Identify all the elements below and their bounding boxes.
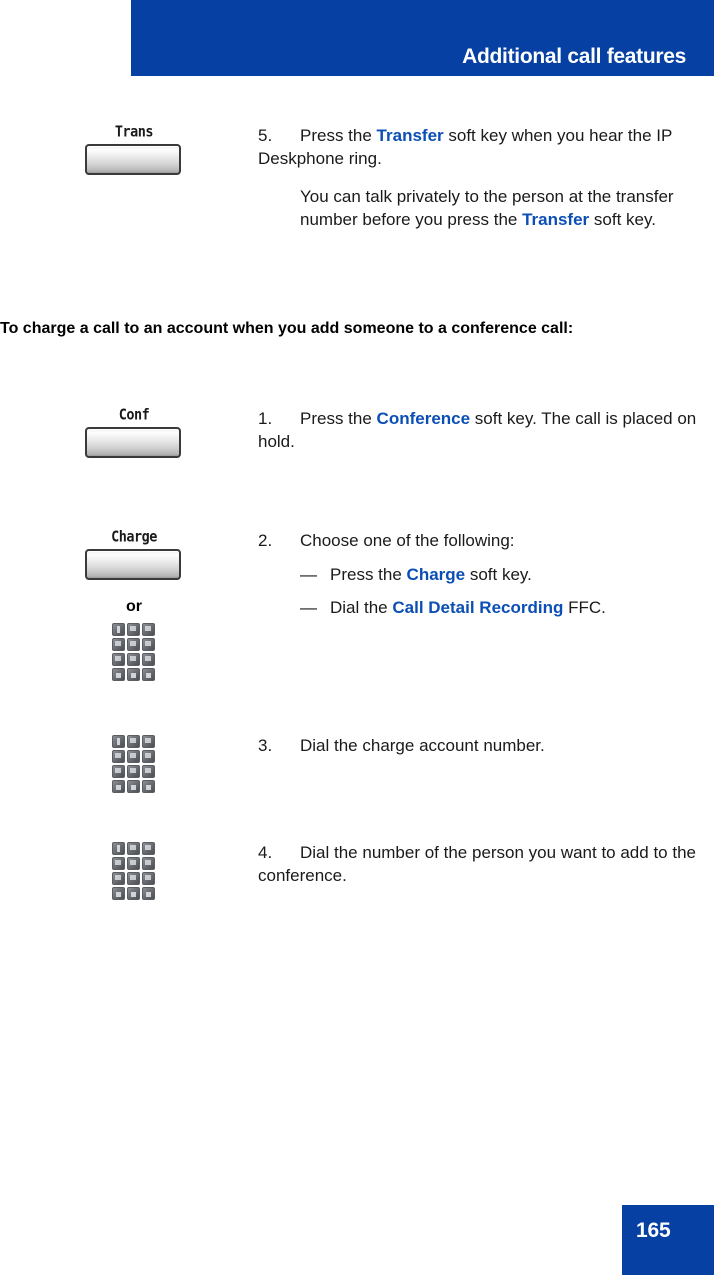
step-5-note: You can talk privately to the person at … <box>300 186 698 231</box>
dialpad-key-9[interactable] <box>142 653 155 666</box>
dialpad-key-1[interactable] <box>112 842 125 855</box>
or-separator-label: or <box>126 598 142 615</box>
dialpad-key-1[interactable] <box>112 623 125 636</box>
text-run: Press the <box>330 564 407 584</box>
step-2-option-1-dash: — <box>300 564 317 584</box>
page-title: Additional call features <box>462 45 686 68</box>
step-4-number: 4. <box>258 843 273 862</box>
highlighted-term: Conference <box>376 409 471 428</box>
step-1-body: 1. Press the Conference soft key. The ca… <box>258 408 698 453</box>
dialpad-key-pound[interactable] <box>142 887 155 900</box>
highlighted-term: Transfer <box>522 209 590 229</box>
step-5-body: 5. Press the Transfer soft key when you … <box>258 125 698 231</box>
dialpad-key-star[interactable] <box>112 887 125 900</box>
highlighted-term: Transfer <box>376 126 444 145</box>
dialpad-key-5[interactable] <box>127 857 140 870</box>
step-1: 1. Press the Conference soft key. The ca… <box>258 408 698 453</box>
soft-key-charge-label: Charge <box>111 528 157 546</box>
dialpad-key-star[interactable] <box>112 668 125 681</box>
text-run: Choose one of the following: <box>300 531 515 550</box>
dialpad-key-6[interactable] <box>142 638 155 651</box>
step-2-option-2-text: Dial the Call Detail Recording FFC. <box>330 597 698 620</box>
dialpad-key-8[interactable] <box>127 653 140 666</box>
step-4-body: 4. Dial the number of the person you wan… <box>258 842 698 887</box>
step-4-text: Dial the number of the person you want t… <box>258 843 696 885</box>
text-run: Dial the charge account number. <box>300 736 545 755</box>
section-heading: To charge a call to an account when you … <box>0 320 574 337</box>
step-4: 4. Dial the number of the person you wan… <box>258 842 698 887</box>
step-3-text: Dial the charge account number. <box>300 736 545 755</box>
text-run: Dial the number of the person you want t… <box>258 843 696 885</box>
dialpad-key-7[interactable] <box>112 653 125 666</box>
dialpad-key-2[interactable] <box>127 842 140 855</box>
step-3: 3. Dial the charge account number. <box>258 735 698 758</box>
dialpad-key-0[interactable] <box>127 887 140 900</box>
step-2-option-1-text: Press the Charge soft key. <box>330 564 698 587</box>
dialpad-icon[interactable] <box>112 735 155 793</box>
dialpad-key-7[interactable] <box>112 872 125 885</box>
highlighted-term: Call Detail Recording <box>392 598 564 617</box>
dialpad-key-pound[interactable] <box>142 780 155 793</box>
dialpad-key-3[interactable] <box>142 735 155 748</box>
dialpad-icon[interactable] <box>112 623 155 681</box>
dialpad-key-0[interactable] <box>127 668 140 681</box>
text-run: FFC. <box>563 598 606 617</box>
soft-key-charge-button[interactable] <box>85 549 181 580</box>
soft-key-trans-label: Trans <box>114 123 154 141</box>
dialpad-key-9[interactable] <box>142 765 155 778</box>
dialpad-key-7[interactable] <box>112 765 125 778</box>
step-3-number: 3. <box>258 736 273 755</box>
dialpad-key-4[interactable] <box>112 638 125 651</box>
dialpad-key-6[interactable] <box>142 750 155 763</box>
soft-key-conf-button[interactable] <box>85 427 181 458</box>
dialpad-key-3[interactable] <box>142 623 155 636</box>
step-2-option-1: — Press the Charge soft key. <box>300 564 698 587</box>
soft-key-trans-button[interactable] <box>85 144 181 175</box>
text-run: Press the <box>300 126 377 145</box>
highlighted-term: Charge <box>406 564 466 584</box>
step-5-text: Press the Transfer soft key when you hea… <box>258 126 672 168</box>
soft-key-trans[interactable]: Trans <box>85 123 183 175</box>
text-run: Press the <box>300 409 377 428</box>
text-run: soft key. <box>589 209 656 229</box>
step-3-body: 3. Dial the charge account number. <box>258 735 698 758</box>
dialpad-key-pound[interactable] <box>142 668 155 681</box>
dialpad-key-5[interactable] <box>127 638 140 651</box>
dialpad-key-8[interactable] <box>127 765 140 778</box>
step-5: 5. Press the Transfer soft key when you … <box>258 125 698 170</box>
step-2-body: 2. Choose one of the following: — Press … <box>258 530 698 620</box>
dialpad-key-6[interactable] <box>142 857 155 870</box>
dialpad-key-4[interactable] <box>112 857 125 870</box>
dialpad-key-4[interactable] <box>112 750 125 763</box>
dialpad-key-2[interactable] <box>127 735 140 748</box>
soft-key-conf-label: Conf <box>118 406 150 424</box>
dialpad-key-9[interactable] <box>142 872 155 885</box>
dialpad-icon[interactable] <box>112 842 155 900</box>
step-2-number: 2. <box>258 531 273 550</box>
text-run: Dial the <box>330 598 393 617</box>
dialpad-key-star[interactable] <box>112 780 125 793</box>
dialpad-key-3[interactable] <box>142 842 155 855</box>
dialpad-key-8[interactable] <box>127 872 140 885</box>
soft-key-conf[interactable]: Conf <box>85 406 183 458</box>
soft-key-charge[interactable]: Charge <box>85 528 183 580</box>
text-run: soft key. <box>465 564 532 584</box>
step-2-option-2: — Dial the Call Detail Recording FFC. <box>300 597 698 620</box>
dialpad-key-1[interactable] <box>112 735 125 748</box>
step-5-number: 5. <box>258 126 273 145</box>
dialpad-key-5[interactable] <box>127 750 140 763</box>
dialpad-key-2[interactable] <box>127 623 140 636</box>
page-header-bar: Additional call features <box>131 0 714 76</box>
step-1-text: Press the Conference soft key. The call … <box>258 409 696 451</box>
step-1-number: 1. <box>258 409 273 428</box>
dialpad-key-0[interactable] <box>127 780 140 793</box>
step-2-option-2-dash: — <box>300 598 317 617</box>
page-footer-box: 165 <box>622 1205 714 1275</box>
step-2: 2. Choose one of the following: <box>258 530 698 553</box>
step-2-text: Choose one of the following: <box>300 531 515 550</box>
page-number: 165 <box>636 1219 671 1242</box>
